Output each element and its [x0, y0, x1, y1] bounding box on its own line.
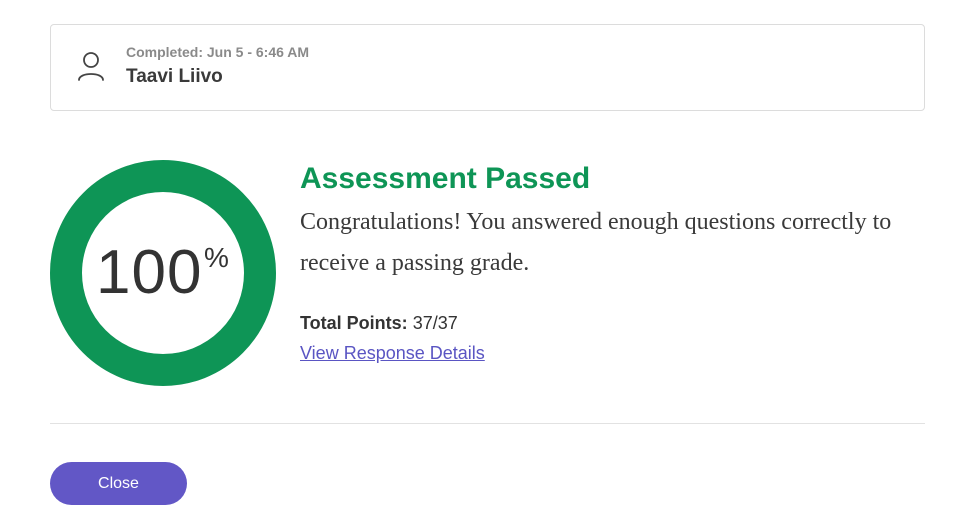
total-points-value: 37/37	[412, 313, 458, 333]
score-unit: %	[204, 242, 229, 273]
result-title: Assessment Passed	[300, 162, 591, 195]
total-points-label: Total Points:	[300, 313, 408, 333]
close-button[interactable]: Close	[50, 462, 187, 505]
view-response-details-link[interactable]: View Response Details	[300, 341, 485, 365]
completed-timestamp: Completed: Jun 5 - 6:46 AM	[126, 44, 310, 60]
user-card: Completed: Jun 5 - 6:46 AM Taavi Liivo	[50, 24, 925, 111]
user-name: Taavi Liivo	[126, 66, 223, 87]
user-icon	[77, 51, 105, 83]
user-meta: Completed: Jun 5 - 6:46 AM Taavi Liivo	[126, 43, 309, 90]
score-ring: 100 %	[50, 160, 276, 386]
divider	[50, 423, 925, 424]
total-points: Total Points: 37/37	[300, 311, 458, 335]
result-message: Congratulations! You answered enough que…	[300, 209, 892, 276]
score-value: 100	[96, 238, 203, 307]
